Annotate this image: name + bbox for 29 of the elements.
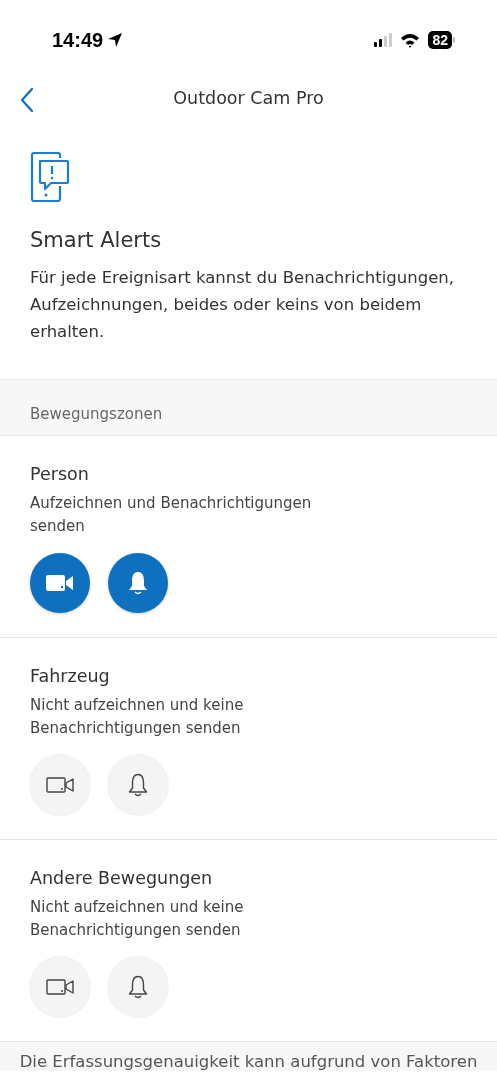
section-heading: Smart Alerts [30, 228, 163, 252]
bell-icon [128, 773, 148, 797]
bell-icon [128, 571, 148, 595]
location-icon [107, 32, 124, 48]
notify-toggle[interactable] [108, 957, 168, 1017]
battery-level: 82 [428, 31, 452, 49]
record-toggle[interactable] [30, 957, 90, 1017]
footer-note: Die Erfassungsgenauigkeit kann aufgrund von Faktoren [19, 1052, 478, 1071]
bell-icon [128, 975, 148, 999]
video-camera-icon [46, 574, 74, 592]
status-time: 14:49 [52, 28, 104, 52]
video-camera-icon [46, 776, 74, 794]
section-title: Bewegungszonen [30, 405, 163, 423]
wifi-icon [400, 32, 421, 48]
zone-summary: Nicht aufzeichnen und keine Benachrichtigungen senden [30, 897, 245, 941]
video-camera-icon [46, 978, 74, 996]
record-toggle[interactable] [30, 755, 90, 815]
screen-title: Outdoor Cam Pro [173, 88, 324, 108]
zone-name: Fahrzeug [30, 666, 111, 686]
signal-icon [374, 33, 393, 47]
record-toggle[interactable] [30, 553, 90, 613]
zone-name: Andere Bewegungen [30, 868, 214, 888]
notify-toggle[interactable] [108, 755, 168, 815]
zone-summary: Nicht aufzeichnen und keine Benachrichtigungen senden [30, 695, 245, 739]
description-text: Für jede Ereignisart kannst du Benachrichtigungen, Aufzeichnungen, beides oder keins von beidem erhalten. [30, 267, 455, 343]
phone-alert-icon [30, 152, 70, 202]
zone-summary: Aufzeichnen und Benachrichtigungen senden [30, 493, 313, 537]
notify-toggle[interactable] [108, 553, 168, 613]
zone-name: Person [30, 464, 90, 484]
